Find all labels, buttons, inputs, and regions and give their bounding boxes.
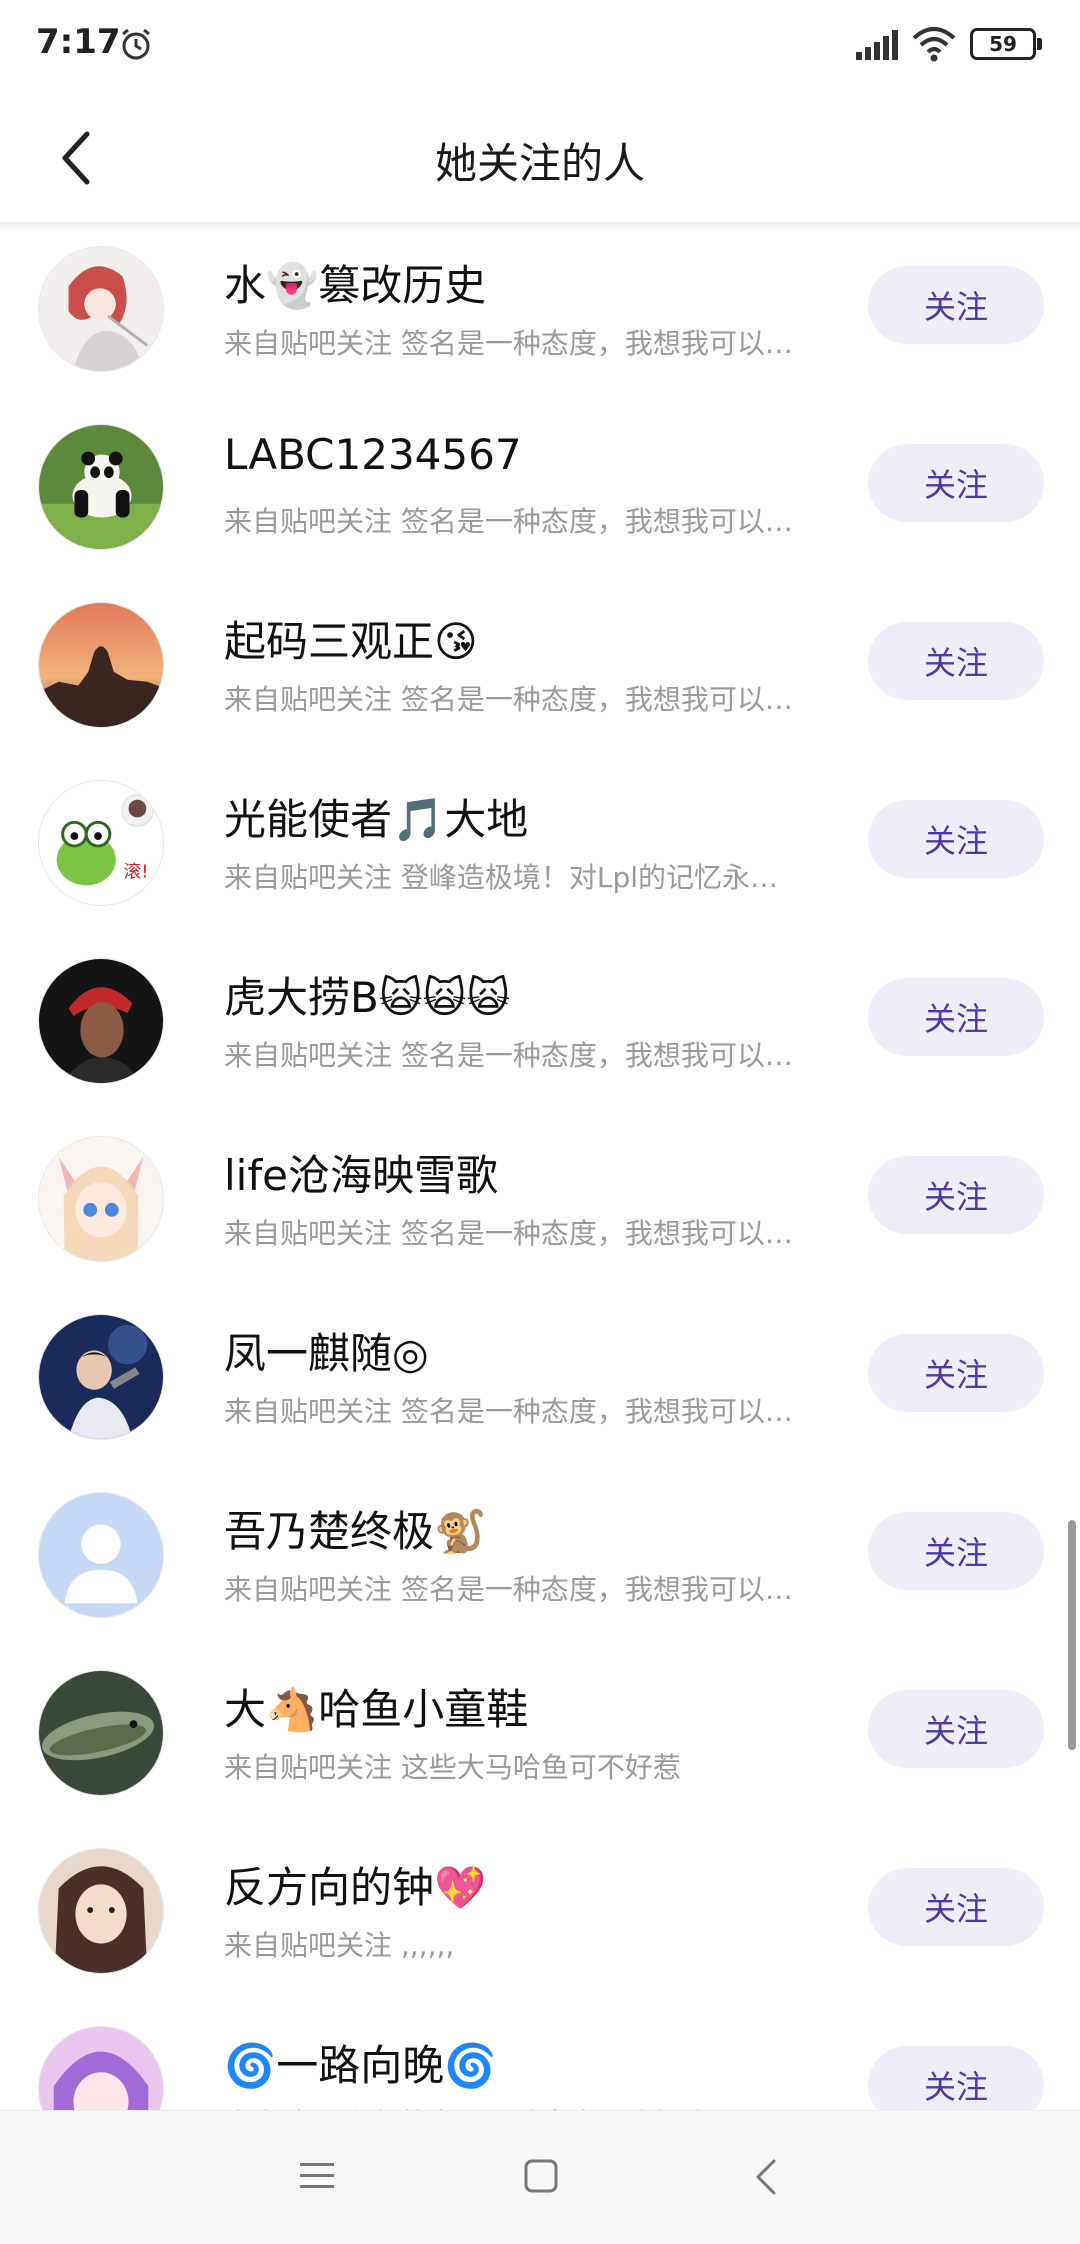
signal-icon [856,30,898,60]
user-description: 来自贴吧关注 签名是一种态度，我想我可以… [224,1395,793,1428]
user-description: 来自贴吧关注 签名是一种态度，我想我可以… [224,1217,793,1250]
avatar[interactable] [38,958,164,1084]
user-description: 来自贴吧关注 签名是一种态度，我想我可以… [224,1039,793,1072]
follow-button[interactable]: 关注 [868,2046,1044,2110]
user-description: 来自贴吧关注 这些大马哈鱼可不好惹 [224,1751,681,1784]
menu-icon[interactable] [300,2161,334,2191]
list-item[interactable]: 大🐴哈鱼小童鞋 来自贴吧关注 这些大马哈鱼可不好惹 关注 [0,1656,1080,1834]
user-name: 大🐴哈鱼小童鞋 [224,1685,529,1734]
follow-button[interactable]: 关注 [868,978,1044,1056]
follow-button[interactable]: 关注 [868,800,1044,878]
system-nav-bar [0,2110,1080,2244]
list-item[interactable]: 滚! 光能使者🎵大地 来自贴吧关注 登峰造极境！对Lpl的记忆永… 关注 [0,766,1080,944]
list-item[interactable]: 吾乃楚终极🐒 来自贴吧关注 签名是一种态度，我想我可以… 关注 [0,1478,1080,1656]
follow-button[interactable]: 关注 [868,1868,1044,1946]
avatar[interactable] [38,246,164,372]
user-name: LABC1234567 [224,430,522,479]
avatar[interactable] [38,602,164,728]
avatar[interactable] [38,1670,164,1796]
battery-icon: 59 [970,28,1042,60]
follow-button[interactable]: 关注 [868,266,1044,344]
list-item[interactable]: 起码三观正😘 来自贴吧关注 签名是一种态度，我想我可以… 关注 [0,588,1080,766]
follow-button[interactable]: 关注 [868,1690,1044,1768]
user-name: 反方向的钟💖 [224,1863,487,1912]
avatar[interactable] [38,2026,164,2110]
list-item[interactable]: 水👻篡改历史 来自贴吧关注 签名是一种态度，我想我可以… 关注 [0,232,1080,410]
avatar[interactable]: 滚! [38,780,164,906]
list-item[interactable]: 凤一麒随◎ 来自贴吧关注 签名是一种态度，我想我可以… 关注 [0,1300,1080,1478]
user-description: 来自贴吧关注 签名是一种态度，我想我可以… [224,683,793,716]
user-description: 来自贴吧关注 签名是一种态度，我想我可以… [224,2102,844,2110]
list-item[interactable]: 虎大捞B🙀🙀🙀 来自贴吧关注 签名是一种态度，我想我可以… 关注 [0,944,1080,1122]
alarm-icon [122,28,150,60]
user-description: 来自贴吧关注 登峰造极境！对Lpl的记忆永… [224,861,779,894]
follow-button[interactable]: 关注 [868,1334,1044,1412]
list-item[interactable]: life沧海映雪歌 来自贴吧关注 签名是一种态度，我想我可以… 关注 [0,1122,1080,1300]
user-name: 凤一麒随◎ [224,1329,429,1378]
user-name: 光能使者🎵大地 [224,795,529,844]
avatar[interactable] [38,424,164,550]
avatar[interactable] [38,1492,164,1618]
user-name: 水👻篡改历史 [224,261,487,310]
nav-back-icon[interactable] [752,2157,782,2197]
follow-button[interactable]: 关注 [868,1512,1044,1590]
avatar[interactable] [38,1314,164,1440]
follow-button[interactable]: 关注 [868,444,1044,522]
user-description: 来自贴吧关注 签名是一种态度，我想我可以… [224,327,793,360]
user-name: 虎大捞B🙀🙀🙀 [224,973,511,1022]
scrollbar[interactable] [1068,1520,1076,1750]
status-bar: 7:17 59 [0,0,1080,90]
home-square-icon[interactable] [524,2159,558,2193]
avatar[interactable] [38,1848,164,1974]
following-list[interactable]: 水👻篡改历史 来自贴吧关注 签名是一种态度，我想我可以… 关注 LABC1234… [0,232,1080,2110]
wifi-icon [912,27,956,62]
avatar[interactable] [38,1136,164,1262]
list-item[interactable]: 🌀一路向晚🌀 来自贴吧关注 签名是一种态度，我想我可以… 关注 [0,2012,1080,2110]
follow-button[interactable]: 关注 [868,1156,1044,1234]
user-description: 来自贴吧关注 签名是一种态度，我想我可以… [224,1573,793,1606]
battery-level: 59 [970,28,1036,60]
user-name: 🌀一路向晚🌀 [224,2041,497,2090]
user-name: 吾乃楚终极🐒 [224,1507,487,1556]
status-time: 7:17 [36,22,121,62]
list-item[interactable]: 反方向的钟💖 来自贴吧关注 ,,,,,, 关注 [0,1834,1080,2012]
svg-text:滚!: 滚! [124,861,149,882]
user-name: life沧海映雪歌 [224,1151,498,1200]
user-description: 来自贴吧关注 签名是一种态度，我想我可以… [224,505,793,538]
header-divider [0,222,1080,232]
header: 她关注的人 [0,90,1080,225]
follow-button[interactable]: 关注 [868,622,1044,700]
user-description: 来自贴吧关注 ,,,,,, [224,1929,455,1962]
list-item[interactable]: LABC1234567 来自贴吧关注 签名是一种态度，我想我可以… 关注 [0,410,1080,588]
page-title: 她关注的人 [434,139,645,188]
user-name: 起码三观正😘 [224,617,478,666]
